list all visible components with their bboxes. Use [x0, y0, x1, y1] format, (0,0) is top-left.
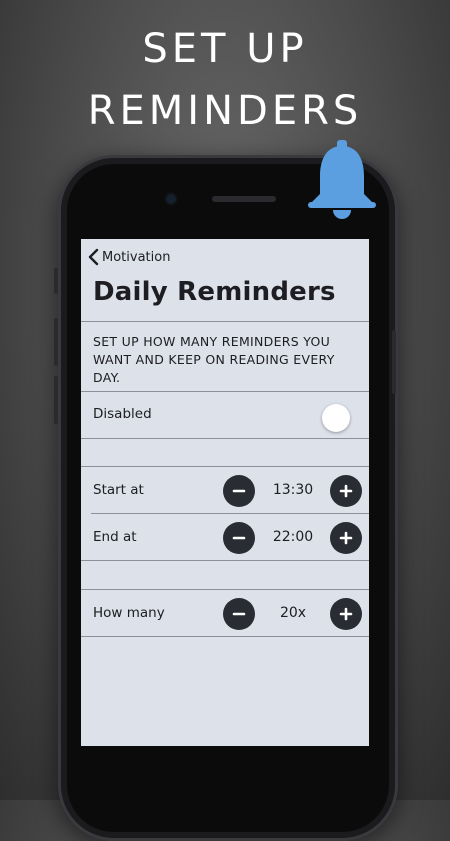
enabled-toggle[interactable]	[322, 404, 350, 432]
phone-volume-up	[54, 318, 58, 366]
end-label: End at	[93, 529, 137, 545]
end-time-value: 22:00	[272, 529, 314, 545]
page-title: Daily Reminders	[93, 277, 336, 307]
back-button[interactable]: Motivation	[81, 245, 170, 269]
plus-icon	[339, 607, 353, 621]
end-increase-button[interactable]	[330, 522, 362, 554]
phone-power-button	[392, 330, 396, 394]
count-value: 20x	[279, 605, 307, 621]
front-camera	[166, 194, 176, 204]
phone-volume-down	[54, 376, 58, 424]
divider	[81, 438, 369, 439]
headline-line-2: REMINDERS	[87, 88, 363, 134]
divider	[81, 391, 369, 392]
chevron-left-icon	[88, 248, 99, 266]
enabled-label: Disabled	[93, 406, 152, 422]
earpiece-speaker	[212, 196, 276, 202]
start-increase-button[interactable]	[330, 475, 362, 507]
plus-icon	[339, 484, 353, 498]
back-button-label: Motivation	[102, 249, 171, 265]
description-text: SET UP HOW MANY REMINDERS YOU WANT AND K…	[93, 334, 335, 385]
divider	[81, 466, 369, 467]
divider	[81, 321, 369, 322]
divider	[91, 513, 369, 514]
phone-mute-switch	[54, 268, 58, 294]
start-decrease-button[interactable]	[223, 475, 255, 507]
divider	[81, 589, 369, 590]
minus-icon	[232, 612, 246, 616]
count-label: How many	[93, 605, 165, 621]
end-decrease-button[interactable]	[223, 522, 255, 554]
divider	[81, 636, 369, 637]
start-label: Start at	[93, 482, 144, 498]
divider	[81, 560, 369, 561]
start-time-value: 13:30	[272, 482, 314, 498]
count-increase-button[interactable]	[330, 598, 362, 630]
app-screen: Motivation Daily Reminders SET UP HOW MA…	[81, 239, 369, 746]
headline-line-1: SET UP	[142, 26, 308, 72]
plus-icon	[339, 531, 353, 545]
bell-icon	[308, 140, 376, 219]
minus-icon	[232, 536, 246, 540]
count-decrease-button[interactable]	[223, 598, 255, 630]
minus-icon	[232, 489, 246, 493]
